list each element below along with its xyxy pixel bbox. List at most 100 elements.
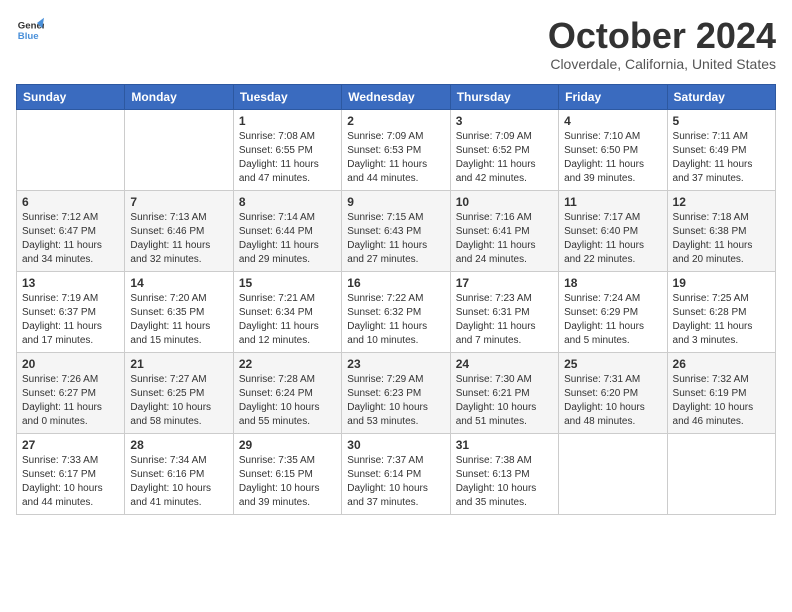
day-number: 5: [673, 114, 770, 128]
day-info: Sunrise: 7:38 AM Sunset: 6:13 PM Dayligh…: [456, 454, 553, 510]
day-info: Sunrise: 7:16 AM Sunset: 6:41 PM Dayligh…: [456, 211, 553, 267]
day-number: 3: [456, 114, 553, 128]
day-info: Sunrise: 7:19 AM Sunset: 6:37 PM Dayligh…: [22, 292, 119, 348]
calendar-week-1: 1 Sunrise: 7:08 AM Sunset: 6:55 PM Daylig…: [17, 109, 776, 190]
calendar-cell: 30 Sunrise: 7:37 AM Sunset: 6:14 PM Dayli…: [342, 433, 450, 514]
calendar-week-2: 6Sunrise: 7:12 AM Sunset: 6:47 PM Daylig…: [17, 190, 776, 271]
day-number: 15: [239, 276, 336, 290]
day-header-wednesday: Wednesday: [342, 84, 450, 109]
day-info: Sunrise: 7:21 AM Sunset: 6:34 PM Dayligh…: [239, 292, 336, 348]
day-info: Sunrise: 7:33 AM Sunset: 6:17 PM Dayligh…: [22, 454, 119, 510]
day-info: Sunrise: 7:13 AM Sunset: 6:46 PM Dayligh…: [130, 211, 227, 267]
calendar-cell: 23 Sunrise: 7:29 AM Sunset: 6:23 PM Dayli…: [342, 352, 450, 433]
day-header-tuesday: Tuesday: [233, 84, 341, 109]
calendar-cell: 9 Sunrise: 7:15 AM Sunset: 6:43 PM Daylig…: [342, 190, 450, 271]
day-number: 27: [22, 438, 119, 452]
day-info: Sunrise: 7:17 AM Sunset: 6:40 PM Dayligh…: [564, 211, 661, 267]
calendar-cell: 13Sunrise: 7:19 AM Sunset: 6:37 PM Dayli…: [17, 271, 125, 352]
day-info: Sunrise: 7:29 AM Sunset: 6:23 PM Dayligh…: [347, 373, 444, 429]
calendar-cell: 16 Sunrise: 7:22 AM Sunset: 6:32 PM Dayli…: [342, 271, 450, 352]
day-number: 18: [564, 276, 661, 290]
calendar-table: SundayMondayTuesdayWednesdayThursdayFrid…: [16, 84, 776, 515]
calendar-cell: 26 Sunrise: 7:32 AM Sunset: 6:19 PM Dayli…: [667, 352, 775, 433]
calendar-week-3: 13Sunrise: 7:19 AM Sunset: 6:37 PM Dayli…: [17, 271, 776, 352]
day-info: Sunrise: 7:32 AM Sunset: 6:19 PM Dayligh…: [673, 373, 770, 429]
day-info: Sunrise: 7:18 AM Sunset: 6:38 PM Dayligh…: [673, 211, 770, 267]
day-number: 21: [130, 357, 227, 371]
day-info: Sunrise: 7:11 AM Sunset: 6:49 PM Dayligh…: [673, 130, 770, 186]
day-info: Sunrise: 7:25 AM Sunset: 6:28 PM Dayligh…: [673, 292, 770, 348]
day-info: Sunrise: 7:08 AM Sunset: 6:55 PM Dayligh…: [239, 130, 336, 186]
day-number: 12: [673, 195, 770, 209]
day-header-sunday: Sunday: [17, 84, 125, 109]
calendar-cell: 1 Sunrise: 7:08 AM Sunset: 6:55 PM Daylig…: [233, 109, 341, 190]
day-number: 24: [456, 357, 553, 371]
svg-text:Blue: Blue: [18, 31, 39, 42]
day-number: 28: [130, 438, 227, 452]
day-info: Sunrise: 7:35 AM Sunset: 6:15 PM Dayligh…: [239, 454, 336, 510]
day-number: 25: [564, 357, 661, 371]
calendar-cell: 15 Sunrise: 7:21 AM Sunset: 6:34 PM Dayli…: [233, 271, 341, 352]
day-number: 20: [22, 357, 119, 371]
day-number: 2: [347, 114, 444, 128]
calendar-cell: 3 Sunrise: 7:09 AM Sunset: 6:52 PM Daylig…: [450, 109, 558, 190]
day-number: 8: [239, 195, 336, 209]
day-info: Sunrise: 7:24 AM Sunset: 6:29 PM Dayligh…: [564, 292, 661, 348]
day-header-monday: Monday: [125, 84, 233, 109]
calendar-cell: 24 Sunrise: 7:30 AM Sunset: 6:21 PM Dayli…: [450, 352, 558, 433]
calendar-cell: 10 Sunrise: 7:16 AM Sunset: 6:41 PM Dayli…: [450, 190, 558, 271]
calendar-cell: 28 Sunrise: 7:34 AM Sunset: 6:16 PM Dayli…: [125, 433, 233, 514]
day-header-thursday: Thursday: [450, 84, 558, 109]
day-info: Sunrise: 7:20 AM Sunset: 6:35 PM Dayligh…: [130, 292, 227, 348]
calendar-cell: 2Sunrise: 7:09 AM Sunset: 6:53 PM Daylig…: [342, 109, 450, 190]
day-info: Sunrise: 7:37 AM Sunset: 6:14 PM Dayligh…: [347, 454, 444, 510]
day-number: 7: [130, 195, 227, 209]
day-number: 30: [347, 438, 444, 452]
calendar-cell: 31 Sunrise: 7:38 AM Sunset: 6:13 PM Dayli…: [450, 433, 558, 514]
day-info: Sunrise: 7:14 AM Sunset: 6:44 PM Dayligh…: [239, 211, 336, 267]
calendar-cell: 14 Sunrise: 7:20 AM Sunset: 6:35 PM Dayli…: [125, 271, 233, 352]
location: Cloverdale, California, United States: [548, 56, 776, 72]
calendar-cell: 29 Sunrise: 7:35 AM Sunset: 6:15 PM Dayli…: [233, 433, 341, 514]
day-header-saturday: Saturday: [667, 84, 775, 109]
calendar-cell: 8 Sunrise: 7:14 AM Sunset: 6:44 PM Daylig…: [233, 190, 341, 271]
day-number: 9: [347, 195, 444, 209]
calendar-cell: 25 Sunrise: 7:31 AM Sunset: 6:20 PM Dayli…: [559, 352, 667, 433]
logo: General Blue: [16, 16, 44, 44]
day-info: Sunrise: 7:10 AM Sunset: 6:50 PM Dayligh…: [564, 130, 661, 186]
day-number: 16: [347, 276, 444, 290]
day-number: 23: [347, 357, 444, 371]
day-info: Sunrise: 7:12 AM Sunset: 6:47 PM Dayligh…: [22, 211, 119, 267]
day-number: 29: [239, 438, 336, 452]
day-number: 26: [673, 357, 770, 371]
day-number: 17: [456, 276, 553, 290]
calendar-cell: 20 Sunrise: 7:26 AM Sunset: 6:27 PM Dayli…: [17, 352, 125, 433]
day-info: Sunrise: 7:22 AM Sunset: 6:32 PM Dayligh…: [347, 292, 444, 348]
calendar-cell: 27 Sunrise: 7:33 AM Sunset: 6:17 PM Dayli…: [17, 433, 125, 514]
day-header-friday: Friday: [559, 84, 667, 109]
calendar-cell: 19Sunrise: 7:25 AM Sunset: 6:28 PM Dayli…: [667, 271, 775, 352]
logo-icon: General Blue: [16, 16, 44, 44]
day-info: Sunrise: 7:09 AM Sunset: 6:52 PM Dayligh…: [456, 130, 553, 186]
calendar-cell: [17, 109, 125, 190]
calendar-cell: 6Sunrise: 7:12 AM Sunset: 6:47 PM Daylig…: [17, 190, 125, 271]
day-number: 1: [239, 114, 336, 128]
calendar-cell: 18 Sunrise: 7:24 AM Sunset: 6:29 PM Dayli…: [559, 271, 667, 352]
day-number: 10: [456, 195, 553, 209]
day-info: Sunrise: 7:30 AM Sunset: 6:21 PM Dayligh…: [456, 373, 553, 429]
day-info: Sunrise: 7:31 AM Sunset: 6:20 PM Dayligh…: [564, 373, 661, 429]
calendar-cell: 12 Sunrise: 7:18 AM Sunset: 6:38 PM Dayli…: [667, 190, 775, 271]
calendar-cell: [125, 109, 233, 190]
day-number: 14: [130, 276, 227, 290]
calendar-cell: 21Sunrise: 7:27 AM Sunset: 6:25 PM Dayli…: [125, 352, 233, 433]
day-info: Sunrise: 7:34 AM Sunset: 6:16 PM Dayligh…: [130, 454, 227, 510]
day-number: 11: [564, 195, 661, 209]
day-number: 31: [456, 438, 553, 452]
calendar-cell: [667, 433, 775, 514]
calendar-cell: 11 Sunrise: 7:17 AM Sunset: 6:40 PM Dayli…: [559, 190, 667, 271]
day-info: Sunrise: 7:15 AM Sunset: 6:43 PM Dayligh…: [347, 211, 444, 267]
calendar-week-4: 20 Sunrise: 7:26 AM Sunset: 6:27 PM Dayli…: [17, 352, 776, 433]
day-info: Sunrise: 7:26 AM Sunset: 6:27 PM Dayligh…: [22, 373, 119, 429]
calendar-cell: 5 Sunrise: 7:11 AM Sunset: 6:49 PM Daylig…: [667, 109, 775, 190]
page-header: General Blue October 2024 Cloverdale, Ca…: [16, 16, 776, 72]
